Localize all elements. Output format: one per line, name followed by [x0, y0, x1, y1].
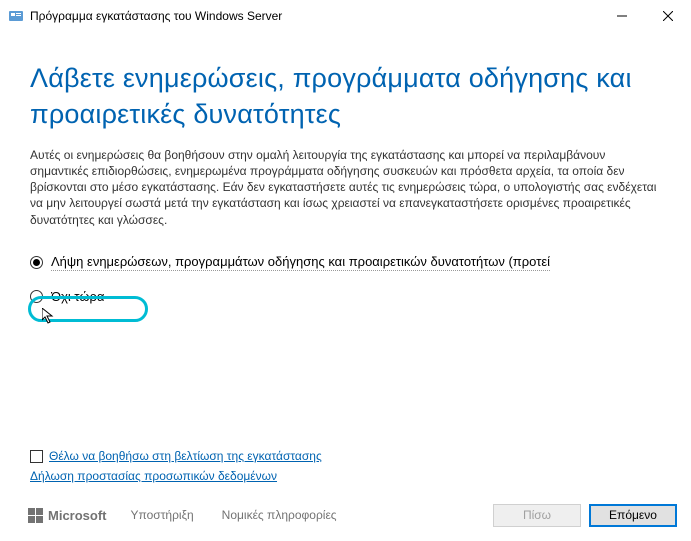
page-heading: Λάβετε ενημερώσεις, προγράμματα οδήγησης… — [30, 60, 685, 133]
page-description: Αυτές οι ενημερώσεις θα βοηθήσουν στην ο… — [30, 147, 685, 228]
minimize-button[interactable] — [599, 0, 645, 32]
privacy-statement-link[interactable]: Δήλωση προστασίας προσωπικών δεδομένων — [30, 469, 322, 483]
bottom-links: Θέλω να βοηθήσω στη βελτίωση της εγκατάσ… — [30, 449, 322, 483]
back-button: Πίσω — [493, 504, 581, 527]
improve-checkbox-label: Θέλω να βοηθήσω στη βελτίωση της εγκατάσ… — [49, 449, 322, 463]
footer: Microsoft Υποστήριξη Νομικές πληροφορίες… — [28, 501, 677, 529]
window-controls — [599, 0, 691, 32]
microsoft-logo: Microsoft — [28, 508, 107, 523]
update-options-group: Λήψη ενημερώσεων, προγραμμάτων οδήγησης … — [30, 250, 685, 310]
option-get-updates-label: Λήψη ενημερώσεων, προγραμμάτων οδήγησης … — [51, 254, 550, 271]
radio-selected-icon — [30, 256, 43, 269]
option-not-now[interactable]: Όχι τώρα — [30, 284, 685, 310]
support-link[interactable]: Υποστήριξη — [131, 508, 194, 522]
cursor-icon — [42, 308, 58, 329]
radio-unselected-icon — [30, 290, 43, 303]
close-button[interactable] — [645, 0, 691, 32]
titlebar: Πρόγραμμα εγκατάστασης του Windows Serve… — [0, 0, 691, 32]
legal-link[interactable]: Νομικές πληροφορίες — [222, 508, 337, 522]
improve-checkbox-row[interactable]: Θέλω να βοηθήσω στη βελτίωση της εγκατάσ… — [30, 449, 322, 463]
option-get-updates[interactable]: Λήψη ενημερώσεων, προγραμμάτων οδήγησης … — [30, 250, 685, 276]
option-not-now-label: Όχι τώρα — [51, 289, 104, 304]
microsoft-text: Microsoft — [48, 508, 107, 523]
window-title: Πρόγραμμα εγκατάστασης του Windows Serve… — [30, 9, 599, 23]
content-area: Λάβετε ενημερώσεις, προγράμματα οδήγησης… — [0, 32, 691, 310]
checkbox-icon — [30, 450, 43, 463]
next-button[interactable]: Επόμενο — [589, 504, 677, 527]
setup-icon — [8, 8, 24, 24]
microsoft-logo-icon — [28, 508, 43, 523]
